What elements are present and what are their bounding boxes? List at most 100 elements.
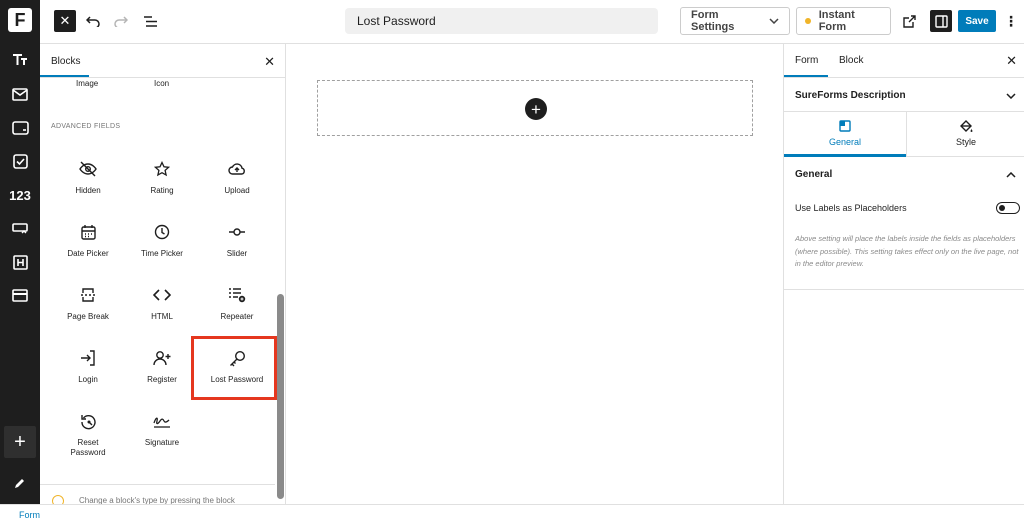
heading-icon[interactable]	[0, 246, 40, 278]
close-inserter-label: ✕	[59, 13, 71, 28]
calendar-icon	[80, 221, 96, 243]
tab-blocks[interactable]: Blocks	[51, 56, 80, 67]
plus-icon: +	[531, 99, 541, 119]
reset-icon	[80, 410, 97, 432]
block-page-break[interactable]: Page Break	[51, 280, 125, 338]
subtab-label: General	[828, 137, 862, 147]
app-logo[interactable]: F	[8, 8, 32, 32]
form-settings-button[interactable]: Form Settings	[680, 7, 790, 35]
block-repeater[interactable]: Repeater	[200, 280, 274, 338]
settings-tabs: Form Block ✕	[784, 44, 1024, 78]
add-block-circle-button[interactable]: +	[525, 98, 547, 120]
chevron-up-icon	[1006, 167, 1016, 181]
chevron-down-icon	[1006, 88, 1016, 102]
status-dot	[805, 18, 811, 24]
block-appender[interactable]: +	[317, 80, 753, 136]
save-button[interactable]: Save	[958, 10, 996, 32]
number-label: 123	[9, 187, 31, 203]
block-hidden[interactable]: Hidden	[51, 154, 125, 212]
general-panel-toggle[interactable]: General	[784, 157, 1024, 191]
block-label: Date Picker	[67, 249, 109, 258]
close-blocks-button[interactable]: ✕	[264, 54, 275, 70]
blocks-panel-header: Blocks ✕	[40, 44, 285, 78]
instant-form-label: Instant Form	[818, 9, 855, 33]
tab-block[interactable]: Block	[839, 55, 863, 66]
block-label: Time Picker	[141, 249, 183, 258]
block-label: Slider	[226, 249, 248, 258]
block-label-image[interactable]: Image	[76, 79, 98, 88]
star-icon	[154, 158, 170, 180]
description-panel-toggle[interactable]: SureForms Description	[784, 78, 1024, 112]
input-icon[interactable]	[0, 112, 40, 144]
block-label: Reset Password	[70, 438, 106, 457]
add-block-button[interactable]: +	[4, 426, 36, 458]
tab-form[interactable]: Form	[795, 55, 818, 66]
payment-icon[interactable]	[0, 279, 40, 311]
document-title-input[interactable]: Lost Password	[345, 8, 658, 34]
block-signature[interactable]: Signature	[125, 406, 199, 464]
redo-icon[interactable]	[110, 10, 132, 32]
description-title: SureForms Description	[795, 90, 906, 101]
tip-text: Change a block's type by pressing the bl…	[79, 496, 235, 504]
toggle-label: Use Labels as Placeholders	[795, 203, 907, 213]
pencil-icon[interactable]	[0, 467, 40, 499]
blocks-scrollbar[interactable]	[277, 294, 284, 499]
external-link-icon[interactable]	[898, 10, 920, 32]
block-label: Rating	[150, 186, 174, 195]
checkbox-icon[interactable]	[0, 145, 40, 177]
block-slider[interactable]: Slider	[200, 217, 274, 275]
labels-as-placeholders-toggle[interactable]	[996, 202, 1020, 214]
clock-icon	[154, 221, 170, 243]
cloud-upload-icon	[228, 158, 246, 180]
blocks-panel: Blocks ✕ Image Icon ADVANCED FIELDS Hidd…	[40, 44, 286, 504]
block-reset-password[interactable]: Reset Password	[51, 406, 125, 464]
block-time-picker[interactable]: Time Picker	[125, 217, 199, 275]
logo-letter: F	[14, 9, 26, 30]
block-date-picker[interactable]: Date Picker	[51, 217, 125, 275]
undo-icon[interactable]	[82, 10, 104, 32]
block-rating[interactable]: Rating	[125, 154, 199, 212]
instant-form-button[interactable]: Instant Form	[796, 7, 891, 35]
help-text: Above setting will place the labels insi…	[795, 234, 1019, 268]
labels-as-placeholders-row: Use Labels as Placeholders	[795, 202, 1020, 218]
block-html[interactable]: HTML	[125, 280, 199, 338]
sidebar-icon	[934, 14, 948, 28]
block-login[interactable]: Login	[51, 343, 125, 401]
document-overview-icon[interactable]	[139, 10, 161, 32]
block-upload[interactable]: Upload	[200, 154, 274, 212]
more-options-button[interactable]: ⋮	[1002, 10, 1020, 32]
page-break-icon	[80, 284, 96, 306]
block-label: HTML	[151, 312, 173, 321]
breadcrumb[interactable]: Form	[19, 510, 40, 520]
close-inserter-button[interactable]: ✕	[54, 10, 76, 32]
block-label-icon[interactable]: Icon	[154, 79, 169, 88]
add-block-label: +	[14, 430, 26, 453]
subtab-style[interactable]: Style	[907, 112, 1024, 157]
number-icon[interactable]: 123	[0, 179, 40, 211]
block-label: Page Break	[67, 312, 109, 321]
dropdown-icon[interactable]	[0, 212, 40, 244]
user-plus-icon	[153, 347, 171, 369]
block-label: Signature	[144, 438, 180, 447]
general-icon	[839, 119, 851, 133]
highlight-box	[191, 336, 277, 400]
block-label: Repeater	[220, 312, 254, 321]
mail-icon[interactable]	[0, 78, 40, 110]
form-settings-label: Form Settings	[691, 9, 735, 33]
subtab-general[interactable]: General	[784, 112, 906, 157]
settings-panel-toggle[interactable]	[930, 10, 952, 32]
block-register[interactable]: Register	[125, 343, 199, 401]
text-style-icon[interactable]	[0, 44, 40, 76]
close-settings-button[interactable]: ✕	[1006, 53, 1017, 69]
tip-icon	[52, 495, 64, 504]
editor-app: F 123 + ✕ Lost Password Form Settings In…	[0, 0, 1024, 521]
settings-subtabs: General Style	[784, 112, 1024, 157]
footer-bar: Form	[0, 504, 1024, 521]
editor-canvas: +	[287, 44, 783, 504]
eye-off-icon	[79, 158, 97, 180]
repeater-icon	[228, 284, 246, 306]
block-label: Login	[78, 375, 98, 384]
divider	[784, 289, 1024, 290]
login-icon	[80, 347, 96, 369]
block-tip: Change a block's type by pressing the bl…	[40, 484, 275, 504]
